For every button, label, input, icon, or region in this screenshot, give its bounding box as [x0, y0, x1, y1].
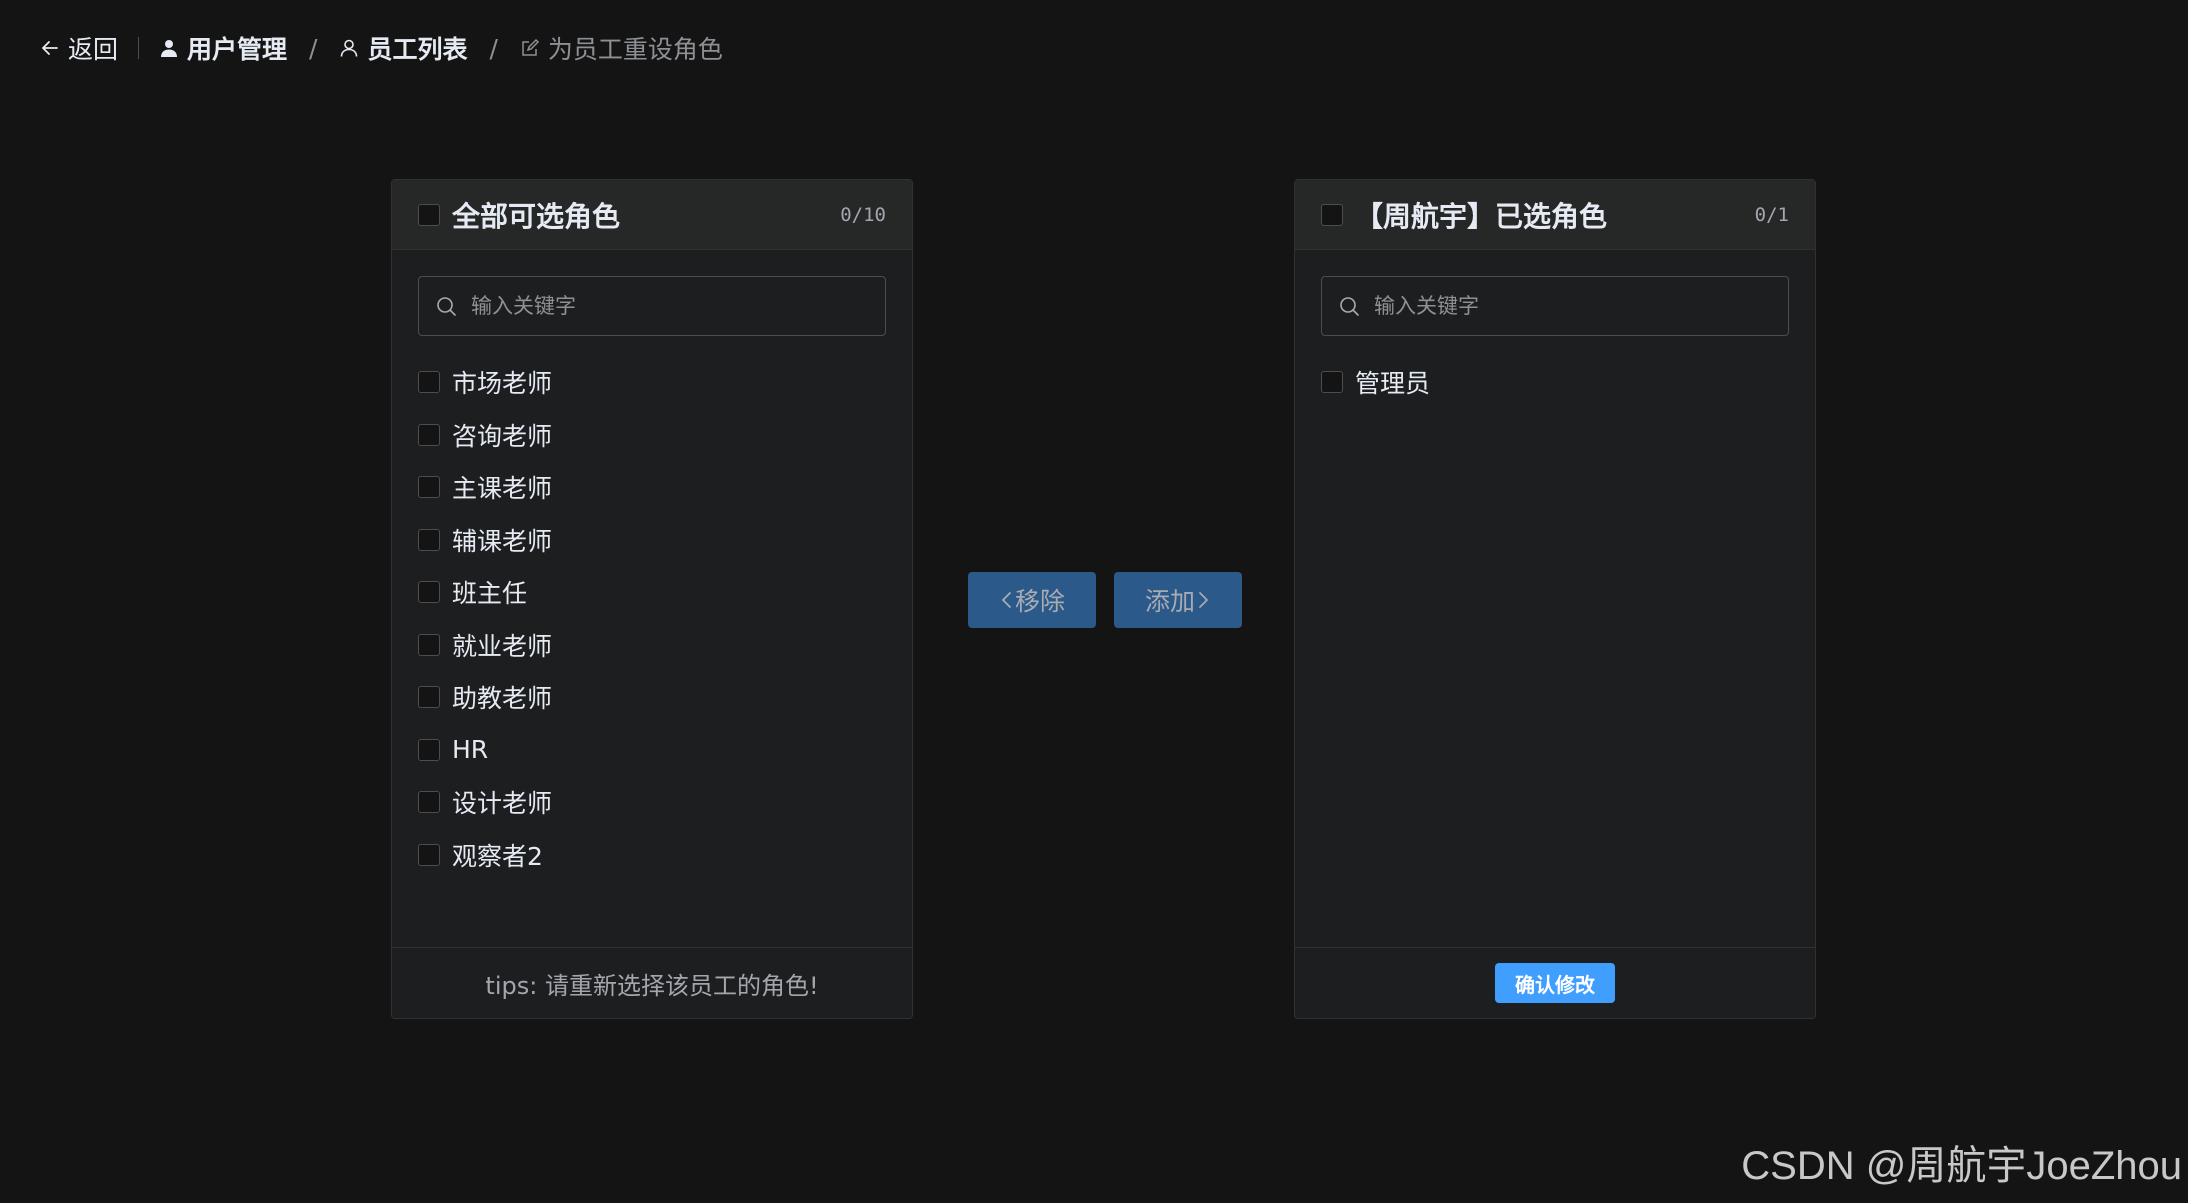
role-checkbox[interactable]	[418, 371, 440, 394]
list-item[interactable]: 班主任	[418, 566, 912, 619]
role-checkbox[interactable]	[418, 738, 440, 761]
search-input[interactable]	[1372, 293, 1772, 319]
breadcrumb-label: 用户管理	[187, 35, 288, 64]
role-label: 就业老师	[452, 631, 553, 661]
breadcrumb-label: 员工列表	[367, 35, 468, 64]
list-item[interactable]: 助教老师	[418, 671, 912, 724]
role-checkbox[interactable]	[418, 686, 440, 709]
selected-count: 0/1	[1754, 203, 1789, 226]
list-item[interactable]: 主课老师	[418, 461, 912, 514]
list-item[interactable]: 设计老师	[418, 776, 912, 829]
role-label: 主课老师	[452, 474, 553, 504]
remove-button[interactable]: 移除	[968, 572, 1096, 628]
role-label: 辅课老师	[452, 526, 553, 556]
watermark: CSDN @周航宇JoeZhou	[1741, 1144, 2182, 1188]
list-item[interactable]: 就业老师	[418, 619, 912, 672]
tips-text: tips: 请重新选择该员工的角色!	[485, 971, 819, 1000]
list-item[interactable]: 咨询老师	[418, 409, 912, 462]
page: 返回 用户管理 / 员工列表 / 为员工重设角色 全部可选角色 0/10 输入关…	[0, 0, 2188, 1203]
chevron-right-icon	[1195, 590, 1211, 610]
role-label: 助教老师	[452, 684, 553, 714]
user-icon	[339, 38, 359, 58]
select-all-checkbox[interactable]	[1321, 203, 1343, 226]
role-list: 市场老师 咨询老师 主课老师 辅课老师 班主任 就业老师 助教老师 HR 设计老…	[418, 356, 912, 881]
role-checkbox[interactable]	[1321, 371, 1343, 394]
role-checkbox[interactable]	[418, 581, 440, 604]
breadcrumb-employee-list[interactable]: 员工列表	[339, 30, 467, 66]
search-box	[1321, 276, 1789, 336]
role-checkbox[interactable]	[418, 476, 440, 499]
selected-count: 0/10	[840, 203, 886, 226]
edit-icon	[520, 38, 540, 58]
role-label: HR	[452, 735, 489, 765]
available-roles-panel: 全部可选角色 0/10 市场老师 咨询老师 主课老师 辅课老师 班主任 就业老师…	[391, 179, 913, 1019]
back-label: 返回	[68, 35, 119, 64]
role-checkbox[interactable]	[418, 633, 440, 656]
role-list: 管理员	[1321, 356, 1815, 409]
search-input[interactable]	[469, 293, 869, 319]
role-label: 观察者2	[452, 841, 543, 871]
remove-label: 移除	[1014, 587, 1065, 616]
role-label: 管理员	[1355, 369, 1431, 399]
confirm-button[interactable]: 确认修改	[1495, 963, 1615, 1003]
list-item[interactable]: 市场老师	[418, 356, 912, 409]
chevron-left-icon	[999, 590, 1015, 610]
breadcrumb-reset-role: 为员工重设角色	[520, 30, 723, 66]
search-icon	[435, 295, 457, 317]
panel-header: 【周航宇】已选角色 0/1	[1295, 180, 1815, 250]
breadcrumb-user-management[interactable]: 用户管理	[159, 30, 287, 66]
role-checkbox[interactable]	[418, 423, 440, 446]
panel-footer: 确认修改	[1295, 947, 1815, 1018]
panel-header: 全部可选角色 0/10	[392, 180, 912, 250]
role-checkbox[interactable]	[418, 791, 440, 814]
role-checkbox[interactable]	[418, 843, 440, 866]
add-label: 添加	[1144, 587, 1195, 616]
breadcrumb: 用户管理 / 员工列表 / 为员工重设角色	[159, 30, 723, 66]
panel-footer: tips: 请重新选择该员工的角色!	[392, 947, 912, 1018]
panel-title: 【周航宇】已选角色	[1355, 199, 1608, 233]
selected-roles-panel: 【周航宇】已选角色 0/1 管理员 确认修改	[1294, 179, 1816, 1019]
header-divider	[138, 37, 140, 59]
breadcrumb-separator: /	[489, 33, 498, 63]
role-label: 市场老师	[452, 369, 553, 399]
role-checkbox[interactable]	[418, 528, 440, 551]
panel-title: 全部可选角色	[452, 199, 621, 233]
page-header: 返回 用户管理 / 员工列表 / 为员工重设角色	[40, 28, 723, 68]
user-filled-icon	[159, 38, 179, 58]
list-item[interactable]: 管理员	[1321, 356, 1815, 409]
list-item[interactable]: 观察者2	[418, 829, 912, 882]
role-label: 班主任	[452, 579, 528, 609]
role-label: 设计老师	[452, 789, 553, 819]
list-item[interactable]: HR	[418, 724, 912, 777]
breadcrumb-label: 为员工重设角色	[547, 35, 723, 64]
search-icon	[1338, 295, 1360, 317]
select-all-checkbox[interactable]	[418, 203, 440, 226]
role-label: 咨询老师	[452, 421, 553, 451]
arrow-left-icon	[40, 38, 60, 58]
breadcrumb-separator: /	[309, 33, 318, 63]
list-item[interactable]: 辅课老师	[418, 514, 912, 567]
back-button[interactable]: 返回	[40, 30, 118, 66]
search-box	[418, 276, 886, 336]
add-button[interactable]: 添加	[1114, 572, 1242, 628]
